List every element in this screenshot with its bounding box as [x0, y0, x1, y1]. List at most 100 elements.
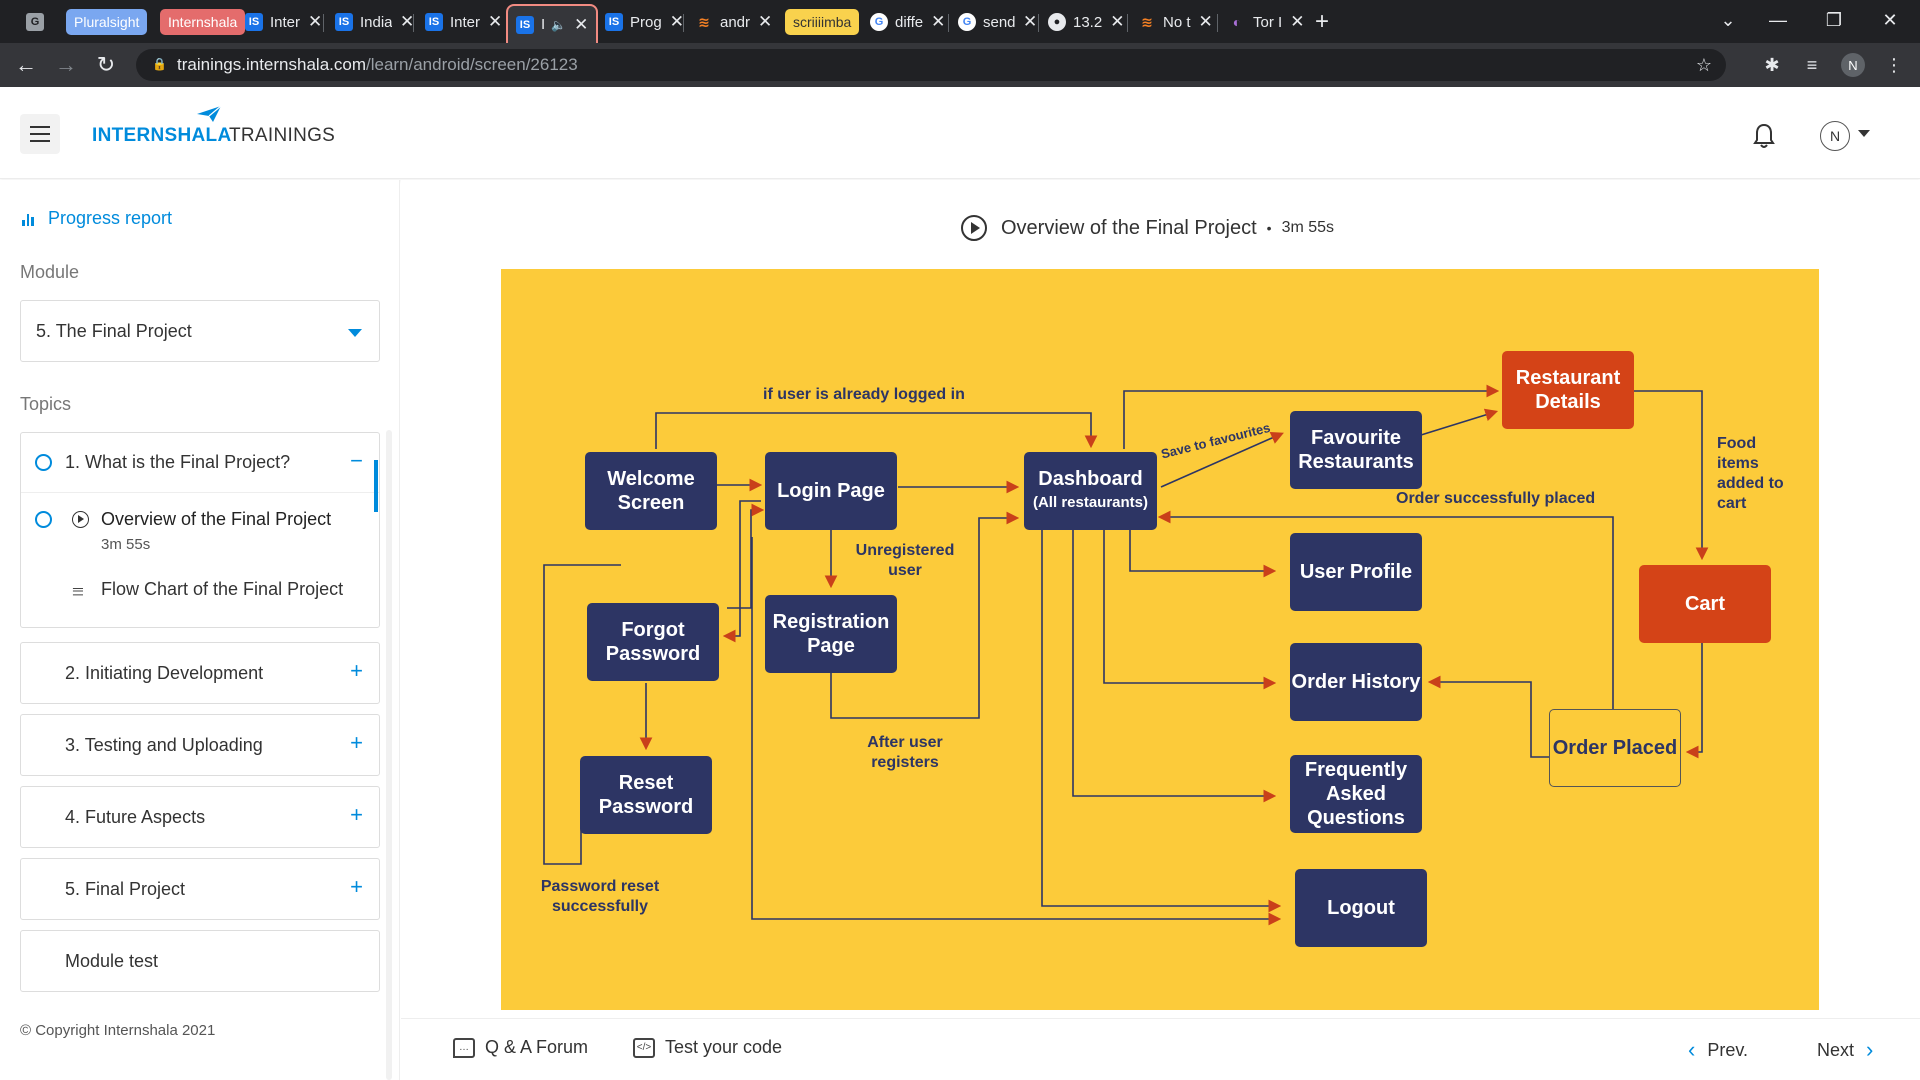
tab-internshala-3[interactable]: IS Inter ✕ [425, 6, 502, 38]
google-favicon-icon: G [870, 13, 888, 31]
qa-forum-button[interactable]: … Q & A Forum [453, 1037, 588, 1058]
close-icon[interactable]: ✕ [1199, 12, 1213, 32]
close-icon[interactable]: ✕ [1110, 12, 1124, 32]
edge-label-order-success: Order successfully placed [1396, 490, 1596, 507]
node-label: User Profile [1299, 561, 1413, 583]
node-faq: Frequently Asked Questions [1290, 755, 1422, 833]
topics-label: Topics [20, 394, 72, 414]
close-icon[interactable]: ✕ [574, 15, 588, 35]
stackoverflow-favicon-icon: ≋ [698, 13, 710, 30]
forward-arrow-icon[interactable]: → [52, 51, 80, 79]
copyright-text: © Copyright Internshala 2021 [20, 1022, 216, 1039]
topic-card-5[interactable]: 5. Final Project + [20, 858, 380, 920]
tab-internshala-4[interactable]: IS Prog ✕ [605, 6, 684, 38]
close-icon[interactable]: ✕ [758, 12, 772, 32]
tab-separator [683, 14, 684, 32]
star-icon[interactable]: ☆ [1696, 55, 1712, 76]
chat-icon: … [453, 1037, 475, 1058]
expand-plus-icon[interactable]: + [350, 659, 363, 683]
notification-bell-icon[interactable] [1752, 122, 1776, 150]
extensions-icon[interactable]: ✱ [1760, 53, 1784, 77]
speaker-icon[interactable]: 🔈 [551, 18, 566, 32]
new-tab-button[interactable]: + [1315, 6, 1329, 38]
media-control-icon[interactable]: ≡ [1800, 53, 1824, 77]
tab-web[interactable]: ● 13.2 ✕ [1048, 6, 1124, 38]
close-icon[interactable]: ✕ [670, 12, 684, 32]
tab-google[interactable]: G [26, 6, 51, 38]
progress-report-link[interactable]: Progress report [22, 208, 172, 229]
tab-separator [948, 14, 949, 32]
code-icon: </> [633, 1037, 655, 1058]
back-arrow-icon[interactable]: ← [12, 51, 40, 79]
tab-label: Internshala [168, 14, 238, 30]
browser-profile-avatar[interactable]: N [1841, 53, 1865, 77]
reload-icon[interactable]: ↻ [92, 51, 120, 79]
user-avatar[interactable]: N [1820, 121, 1850, 151]
tab-pluralsight[interactable]: Pluralsight [66, 9, 148, 35]
topic-header-1[interactable]: 1. What is the Final Project? − [21, 433, 379, 493]
sidebar-scrollbar[interactable] [386, 430, 392, 1080]
tab-stackoverflow[interactable]: ≋ andr ✕ [695, 6, 772, 38]
flowchart-video-frame[interactable]: Welcome Screen Login Page Dashboard (All… [501, 269, 1819, 1010]
node-restaurant-details: Restaurant Details [1502, 351, 1634, 429]
subitem-duration: 3m 55s [101, 536, 151, 553]
tab-label: 13.2 [1073, 13, 1103, 31]
edge-label-reset-success: Password reset successfully [540, 878, 660, 915]
topic-card-3[interactable]: 3. Testing and Uploading + [20, 714, 380, 776]
internshala-favicon-icon: IS [245, 13, 263, 31]
topic-card-2[interactable]: 2. Initiating Development + [20, 642, 380, 704]
address-bar[interactable]: 🔒 trainings.internshala.com/learn/androi… [136, 49, 1726, 81]
close-window-button[interactable]: ✕ [1862, 0, 1918, 40]
tab-search-icon[interactable]: ⌄ [1700, 0, 1756, 40]
node-user-profile: User Profile [1290, 533, 1422, 611]
close-icon[interactable]: ✕ [1023, 12, 1037, 32]
topic-title: 1. What is the Final Project? [65, 452, 291, 472]
collapse-icon[interactable]: − [350, 449, 363, 473]
module-selected-value: 5. The Final Project [36, 320, 192, 341]
progress-report-label: Progress report [48, 208, 173, 228]
menu-kebab-icon[interactable]: ⋮ [1882, 53, 1906, 77]
expand-plus-icon[interactable]: + [350, 875, 363, 899]
test-code-button[interactable]: </> Test your code [633, 1037, 782, 1058]
tab-internshala-2[interactable]: IS India ✕ [335, 6, 414, 38]
tab-stackoverflow-2[interactable]: ≋ No t ✕ [1138, 6, 1213, 38]
video-duration: 3m 55s [1281, 219, 1335, 236]
tab-scrimba[interactable]: scriiiimba [785, 9, 860, 35]
tab-label: India [360, 13, 392, 31]
globe-icon: ● [1048, 13, 1066, 31]
topic-card-4[interactable]: 4. Future Aspects + [20, 786, 380, 848]
prev-button[interactable]: ‹ Prev. [1688, 1037, 1748, 1063]
module-dropdown[interactable]: 5. The Final Project [20, 300, 380, 362]
tab-tor[interactable]: ◐ Tor I ✕ [1228, 6, 1305, 38]
play-circle-icon [72, 511, 89, 528]
edge-label-food-items: Food items added to cart [1717, 435, 1784, 512]
module-test-card[interactable]: Module test [20, 930, 380, 992]
node-label: Forgot Password [605, 619, 701, 665]
subitem-overview[interactable]: Overview of the Final Project 3m 55s [21, 493, 379, 567]
tab-internshala-1[interactable]: IS Inter ✕ [245, 6, 322, 38]
node-dashboard: Dashboard (All restaurants) [1024, 452, 1157, 530]
restore-button[interactable]: ❐ [1806, 0, 1862, 40]
close-icon[interactable]: ✕ [931, 12, 945, 32]
tab-google-search-2[interactable]: Gsend ✕ [958, 6, 1037, 38]
chevron-down-icon[interactable] [1858, 130, 1870, 137]
tab-google-search-1[interactable]: Gdiffe ✕ [870, 6, 945, 38]
hamburger-menu-icon[interactable] [20, 114, 60, 154]
node-favourite-restaurants: Favourite Restaurants [1290, 411, 1422, 489]
expand-plus-icon[interactable]: + [350, 731, 363, 755]
topic-title: 2. Initiating Development [65, 662, 264, 683]
edge-label-after-register: After user registers [867, 734, 943, 771]
close-icon[interactable]: ✕ [308, 12, 322, 32]
close-icon[interactable]: ✕ [488, 12, 502, 32]
node-label: Order History [1291, 671, 1421, 693]
tab-active[interactable]: IS I 🔈 ✕ [506, 4, 599, 43]
next-button[interactable]: Next › [1817, 1037, 1873, 1063]
tab-internshala[interactable]: Internshala [160, 9, 246, 35]
node-welcome-screen: Welcome Screen [585, 452, 717, 530]
bar-chart-icon [22, 212, 36, 226]
node-label: Logout [1327, 897, 1395, 919]
minimize-button[interactable]: — [1750, 0, 1806, 40]
close-icon[interactable]: ✕ [1290, 12, 1304, 32]
expand-plus-icon[interactable]: + [350, 803, 363, 827]
subitem-flowchart[interactable]: ═ ─ Flow Chart of the Final Project [21, 567, 379, 625]
